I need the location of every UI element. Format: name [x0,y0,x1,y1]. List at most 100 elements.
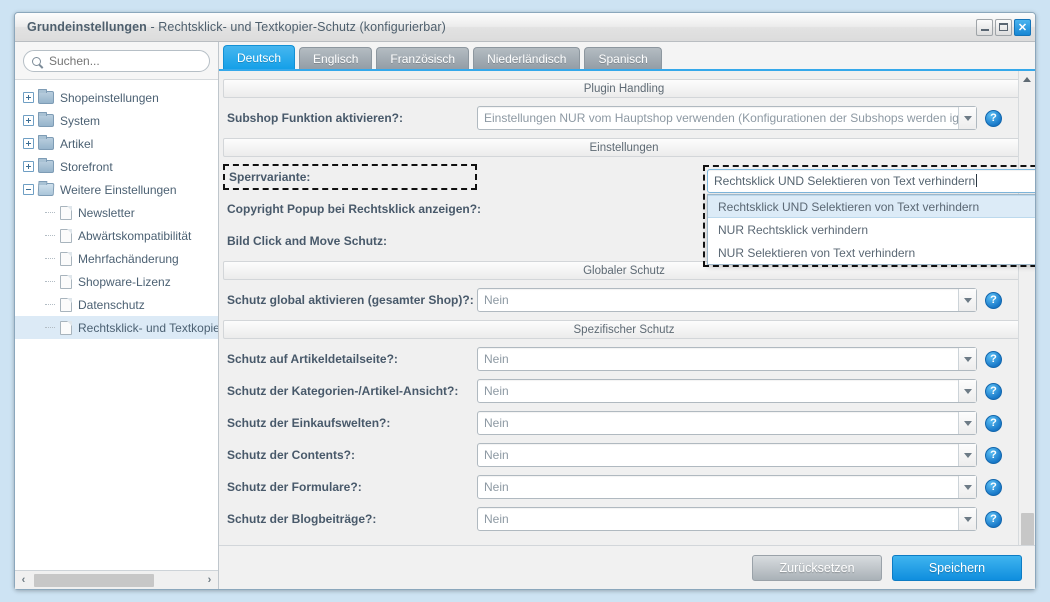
search-box[interactable] [23,50,210,72]
language-tabs: Deutsch Englisch Französisch Niederländi… [219,42,1035,71]
help-icon[interactable]: ? [985,478,1002,496]
minimize-icon[interactable] [976,18,993,36]
folder-open-icon [37,183,55,196]
schutz-artikeldetail-label: Schutz auf Artikeldetailseite?: [227,352,398,366]
tab-deutsch[interactable]: Deutsch [223,45,296,69]
tree-item-storefront[interactable]: Storefront [15,155,218,178]
help-icon[interactable]: ? [985,382,1002,400]
expand-icon[interactable] [23,138,34,149]
tree-item-artikel[interactable]: Artikel [15,132,218,155]
window-titlebar: Grundeinstellungen - Rechtsklick- und Te… [15,13,1035,42]
tab-spanisch[interactable]: Spanisch [584,47,662,69]
sperrvariante-select-field[interactable]: Rechtsklick UND Selektieren von Text ver… [707,169,1035,193]
tree-item-label: Weitere Einstellungen [60,182,177,197]
search-icon [32,56,41,66]
scroll-track[interactable] [1019,88,1036,545]
schutz-blog-value: Nein [484,512,509,526]
tree-item-shopware-lizenz[interactable]: Shopware-Lizenz [15,270,218,293]
window-controls: ✕ [976,18,1031,36]
option-nur-selektieren[interactable]: NUR Selektieren von Text verhindern [708,241,1035,264]
chevron-down-icon[interactable] [958,412,976,434]
field-row-sperrvariante: Sperrvariante: ? Rechtsklick UND Selekti… [223,164,1035,267]
tree-item-system[interactable]: System [15,109,218,132]
help-icon[interactable]: ? [985,510,1002,528]
schutz-formulare-select[interactable]: Nein [477,475,977,499]
tab-label: Französisch [390,51,456,66]
chevron-down-icon[interactable] [958,289,976,311]
help-icon[interactable]: ? [985,350,1002,368]
chevron-down-icon[interactable] [958,107,976,129]
chevron-down-icon[interactable] [958,508,976,530]
document-icon [60,251,72,266]
settings-tree: Shopeinstellungen System Artikel Storefr… [15,80,218,570]
reset-button[interactable]: Zurücksetzen [752,554,882,581]
expand-icon[interactable] [23,92,34,103]
tree-item-abwaertskompatibilitaet[interactable]: Abwärtskompatibilität [15,224,218,247]
schutz-artikeldetail-select[interactable]: Nein [477,347,977,371]
main-vertical-scrollbar[interactable] [1018,71,1035,545]
sperrvariante-select-open[interactable]: Rechtsklick UND Selektieren von Text ver… [707,169,1035,265]
tree-item-rechtsklick-textkopier-schutz[interactable]: Rechtsklick- und Textkopier-Sc [15,316,218,339]
maximize-icon[interactable] [995,18,1012,36]
settings-window: Grundeinstellungen - Rechtsklick- und Te… [14,12,1036,590]
sidebar-horizontal-scrollbar[interactable]: ‹ › [15,570,218,589]
tree-item-weitere-einstellungen[interactable]: Weitere Einstellungen [15,178,218,201]
document-icon [60,320,72,335]
bild-click-move-label: Bild Click and Move Schutz: [227,234,388,248]
tree-line [45,322,57,333]
subshop-select[interactable]: Einstellungen NUR vom Hauptshop verwende… [477,106,977,130]
option-rechtsklick-und-selektieren[interactable]: Rechtsklick UND Selektieren von Text ver… [708,195,1035,218]
subshop-value: Einstellungen NUR vom Hauptshop verwende… [484,111,958,125]
tree-item-newsletter[interactable]: Newsletter [15,201,218,224]
collapse-icon[interactable] [23,184,34,195]
tab-label: Niederländisch [487,51,567,66]
scroll-track[interactable] [32,572,201,589]
chevron-down-icon[interactable] [958,380,976,402]
help-icon[interactable]: ? [985,291,1002,309]
scroll-left-icon[interactable]: ‹ [15,572,32,589]
expand-icon[interactable] [23,161,34,172]
schutz-einkaufswelten-select[interactable]: Nein [477,411,977,435]
folder-icon [38,112,54,127]
sperrvariante-option-list[interactable]: Rechtsklick UND Selektieren von Text ver… [707,194,1035,265]
tab-franzoesisch[interactable]: Französisch [376,47,470,69]
field-row-schutz-artikeldetail: Schutz auf Artikeldetailseite?: Nein ? [223,347,1025,371]
tree-item-shopeinstellungen[interactable]: Shopeinstellungen [15,86,218,109]
scroll-up-icon[interactable] [1019,71,1036,88]
tree-item-label: Newsletter [78,205,135,220]
tree-item-datenschutz[interactable]: Datenschutz [15,293,218,316]
close-icon[interactable]: ✕ [1014,18,1031,36]
help-icon[interactable]: ? [985,109,1002,127]
save-button[interactable]: Speichern [892,554,1022,581]
scroll-right-icon[interactable]: › [201,572,218,589]
tab-niederlaendisch[interactable]: Niederländisch [473,47,581,69]
schutz-kategorien-select[interactable]: Nein [477,379,977,403]
folder-icon [38,89,54,104]
schutz-contents-select[interactable]: Nein [477,443,977,467]
tree-item-label: Storefront [60,159,113,174]
settings-form: Plugin Handling Subshop Funktion aktivie… [219,71,1035,545]
help-icon[interactable]: ? [985,446,1002,464]
expand-icon[interactable] [23,115,34,126]
option-nur-rechtsklick[interactable]: NUR Rechtsklick verhindern [708,218,1035,241]
chevron-down-icon[interactable] [958,348,976,370]
folder-icon [38,135,54,150]
window-body: Shopeinstellungen System Artikel Storefr… [15,42,1035,589]
schutz-blog-select[interactable]: Nein [477,507,977,531]
scroll-thumb[interactable] [34,573,154,587]
field-row-schutz-blog: Schutz der Blogbeiträge?: Nein ? [223,507,1025,531]
search-input[interactable] [47,53,201,69]
tree-item-label: Rechtsklick- und Textkopier-Sc [78,320,218,335]
chevron-down-icon[interactable] [958,476,976,498]
help-icon[interactable]: ? [985,414,1002,432]
field-row-schutz-global: Schutz global aktivieren (gesamter Shop)… [223,288,1025,312]
tree-item-label: Artikel [60,136,94,151]
tab-englisch[interactable]: Englisch [299,47,373,69]
tree-item-label: Mehrfachänderung [78,251,179,266]
schutz-global-select[interactable]: Nein [477,288,977,312]
scroll-thumb[interactable] [1020,513,1034,545]
tab-label: Spanisch [598,51,648,66]
tree-item-mehrfachaenderung[interactable]: Mehrfachänderung [15,247,218,270]
tree-item-label: Shopeinstellungen [60,90,159,105]
chevron-down-icon[interactable] [958,444,976,466]
